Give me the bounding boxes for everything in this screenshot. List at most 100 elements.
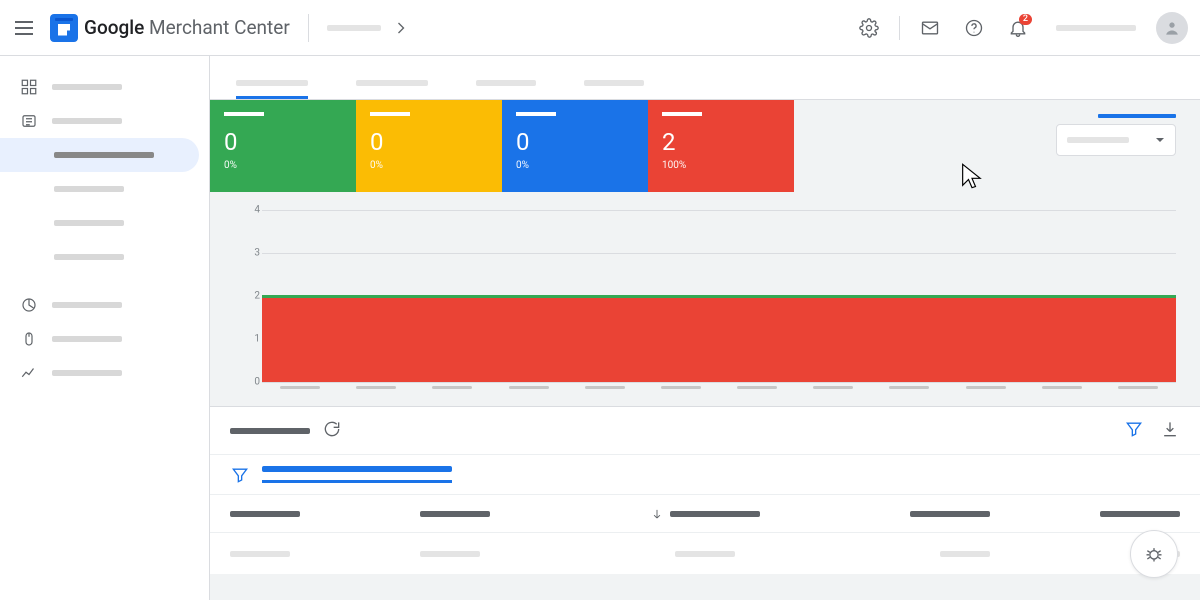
- nav-item-growth[interactable]: [0, 322, 199, 356]
- bug-icon: [1144, 544, 1164, 564]
- gridline: [262, 210, 1176, 211]
- trend-icon: [20, 364, 38, 382]
- caret-down-icon: [1155, 135, 1165, 145]
- chart-link[interactable]: [1056, 114, 1176, 118]
- avatar[interactable]: [1156, 12, 1188, 44]
- status-card-red[interactable]: 2 100%: [648, 100, 794, 192]
- help-button[interactable]: [954, 8, 994, 48]
- x-tick: [262, 386, 338, 400]
- tab-2[interactable]: [356, 80, 428, 99]
- refresh-icon: [322, 419, 342, 439]
- toolbar-title: [230, 428, 310, 434]
- card-pct: 0%: [224, 160, 342, 171]
- help-icon: [964, 18, 984, 38]
- sidebar: [0, 56, 210, 600]
- nav-item-performance[interactable]: [0, 288, 199, 322]
- person-icon: [1162, 18, 1182, 38]
- card-pct: 0%: [516, 160, 634, 171]
- filter-bar[interactable]: [210, 455, 1200, 495]
- col-2[interactable]: [420, 511, 610, 517]
- nav-item-overview[interactable]: [0, 70, 199, 104]
- menu-icon[interactable]: [12, 16, 36, 40]
- nav-item-diagnostics[interactable]: [0, 138, 199, 172]
- gridline: [262, 382, 1176, 383]
- nav-sub-item-4[interactable]: [0, 240, 199, 274]
- status-cards: 0 0% 0 0% 0 0% 2 100%: [210, 100, 794, 192]
- pie-icon: [20, 296, 38, 314]
- x-tick: [948, 386, 1024, 400]
- feedback-fab[interactable]: [1130, 530, 1178, 578]
- chart-area-disapproved: [262, 296, 1176, 382]
- divider: [899, 16, 900, 40]
- y-tick: 4: [254, 205, 260, 216]
- x-tick: [1024, 386, 1100, 400]
- x-tick: [719, 386, 795, 400]
- chart-line-active: [262, 295, 1176, 298]
- card-value: 0: [224, 130, 342, 154]
- notification-badge: 2: [1019, 14, 1032, 25]
- refresh-button[interactable]: [322, 419, 342, 443]
- product-title: Google Merchant Center: [84, 16, 290, 39]
- status-card-green[interactable]: 0 0%: [210, 100, 356, 192]
- tabs: [210, 56, 1200, 100]
- download-icon: [1160, 419, 1180, 439]
- table-row[interactable]: [210, 533, 1200, 575]
- date-range-dropdown[interactable]: [1056, 124, 1176, 156]
- y-tick: 1: [254, 334, 260, 345]
- card-pct: 100%: [662, 160, 780, 171]
- dashboard-icon: [20, 78, 38, 96]
- mouse-icon: [20, 330, 38, 348]
- gear-icon: [859, 18, 879, 38]
- merchant-center-icon: [50, 14, 78, 42]
- col-3-sortable[interactable]: [610, 507, 800, 521]
- tab-4[interactable]: [584, 80, 644, 99]
- tab-1[interactable]: [236, 80, 308, 99]
- main-content: 0 0% 0 0% 0 0% 2 100% 0 1 2 3 4: [210, 56, 1200, 600]
- mail-icon: [920, 18, 940, 38]
- filter-icon: [230, 465, 250, 485]
- gridline: [262, 253, 1176, 254]
- list-icon: [20, 112, 38, 130]
- y-tick: 3: [254, 248, 260, 259]
- status-chart: 0 1 2 3 4: [210, 192, 1200, 406]
- card-value: 0: [516, 130, 634, 154]
- x-tick: [643, 386, 719, 400]
- card-value: 0: [370, 130, 488, 154]
- nav-sub-item-2[interactable]: [0, 172, 199, 206]
- nav-item-trends[interactable]: [0, 356, 199, 390]
- status-card-blue[interactable]: 0 0%: [502, 100, 648, 192]
- nav-item-products[interactable]: [0, 104, 199, 138]
- filter-icon: [1124, 419, 1144, 439]
- download-button[interactable]: [1160, 419, 1180, 443]
- y-tick: 2: [254, 291, 260, 302]
- y-tick: 0: [254, 377, 260, 388]
- arrow-down-icon: [650, 507, 664, 521]
- table-toolbar: [210, 407, 1200, 455]
- account-label[interactable]: [1056, 25, 1136, 31]
- card-pct: 0%: [370, 160, 488, 171]
- product-logo[interactable]: Google Merchant Center: [50, 14, 290, 42]
- col-1[interactable]: [230, 511, 420, 517]
- notifications-button[interactable]: 2: [998, 8, 1038, 48]
- table-header: [210, 495, 1200, 533]
- mail-button[interactable]: [910, 8, 950, 48]
- x-tick: [491, 386, 567, 400]
- x-tick: [338, 386, 414, 400]
- settings-button[interactable]: [849, 8, 889, 48]
- x-tick: [795, 386, 871, 400]
- app-header: Google Merchant Center 2: [0, 0, 1200, 56]
- filter-button[interactable]: [1124, 419, 1144, 443]
- card-value: 2: [662, 130, 780, 154]
- status-card-yellow[interactable]: 0 0%: [356, 100, 502, 192]
- tab-3[interactable]: [476, 80, 536, 99]
- x-tick: [1100, 386, 1176, 400]
- x-tick: [567, 386, 643, 400]
- divider: [308, 14, 309, 42]
- chevron-right-icon: [391, 18, 411, 38]
- x-tick: [871, 386, 947, 400]
- breadcrumb[interactable]: [327, 18, 411, 38]
- col-4[interactable]: [800, 511, 990, 517]
- nav-sub-item-3[interactable]: [0, 206, 199, 240]
- x-tick: [414, 386, 490, 400]
- col-5[interactable]: [990, 511, 1180, 517]
